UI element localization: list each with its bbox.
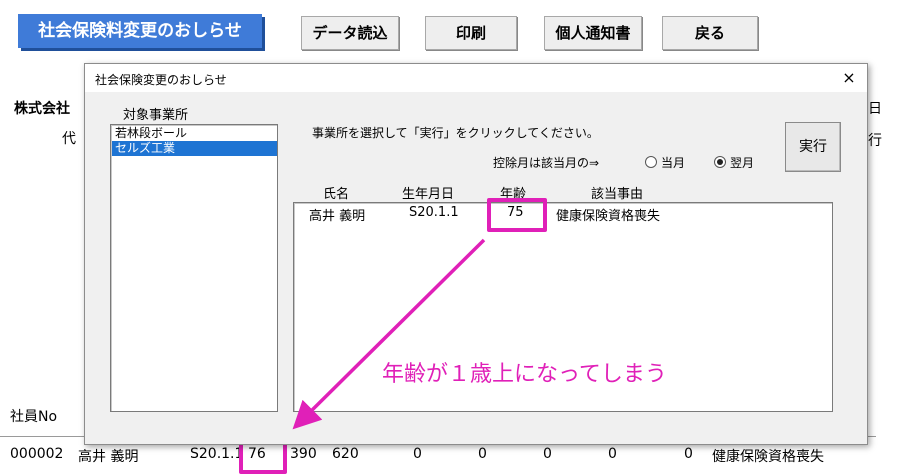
annotation-arrow	[292, 238, 486, 430]
annotation-text: 年齢が１歳上になってしまう	[382, 362, 667, 387]
arrow-line	[292, 238, 486, 430]
